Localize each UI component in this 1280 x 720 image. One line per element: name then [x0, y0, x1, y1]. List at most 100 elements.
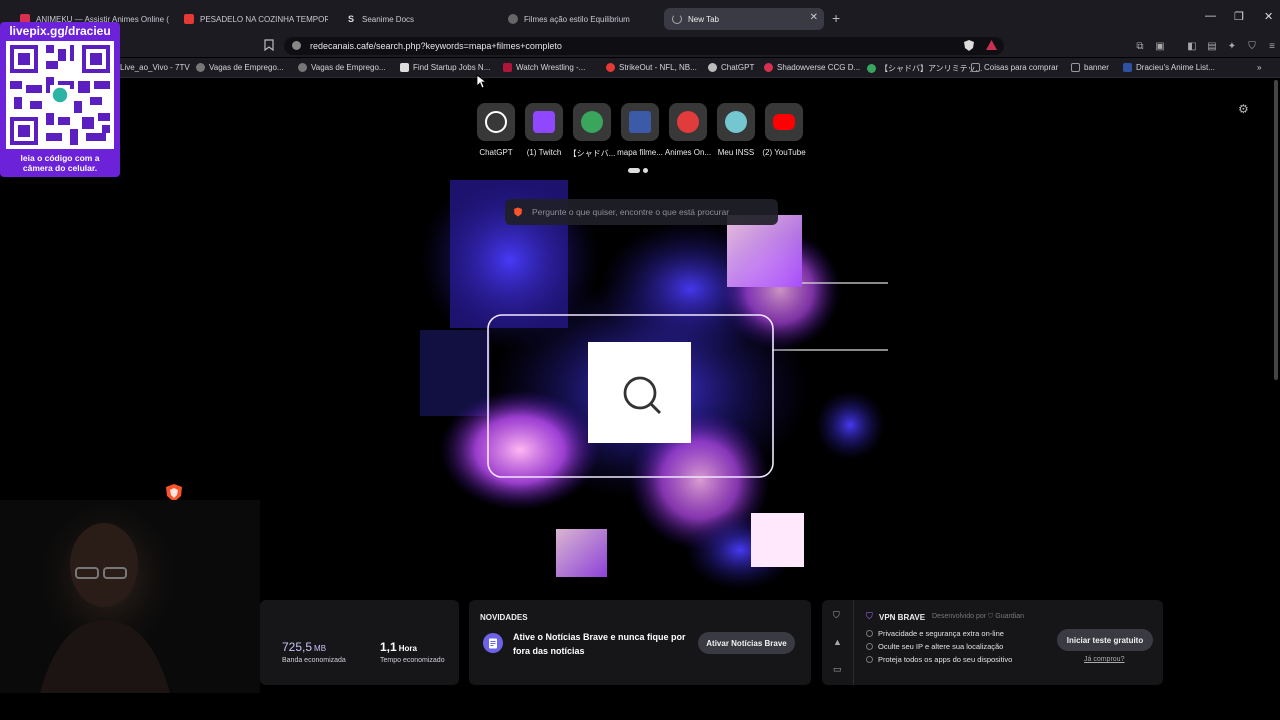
bookmark-item[interactable]: 【シャドバ】アンリミテッ...	[867, 63, 982, 74]
news-icon	[483, 633, 503, 653]
scrollbar[interactable]	[1274, 80, 1278, 380]
enable-news-button[interactable]: Ativar Notícias Brave	[698, 632, 795, 654]
tab-title: PESADELO NA COZINHA TEMPORAD	[200, 14, 328, 24]
bookmarks-bar: Live_ao_Vivo - 7TV Vagas de Emprego... V…	[0, 58, 1280, 78]
webcam-feed	[0, 500, 260, 693]
top-sites-pager[interactable]	[628, 168, 648, 173]
pager-dot-active[interactable]	[628, 168, 640, 173]
hero-illustration	[420, 180, 888, 590]
rewards-icon[interactable]: ▲	[833, 637, 842, 647]
top-site-animes[interactable]: Animes On...	[664, 103, 712, 157]
bookmark-item[interactable]: Find Startup Jobs N...	[400, 63, 490, 72]
more-bookmarks-icon[interactable]: »	[1257, 63, 1261, 72]
bookmark-item[interactable]: Dracieu's Anime List...	[1123, 63, 1215, 72]
minimize-icon[interactable]: —	[1205, 10, 1216, 22]
search-placeholder[interactable]: Pergunte o que quiser, encontre o que es…	[532, 207, 729, 217]
chatgpt-icon	[508, 14, 518, 24]
vpn-subtitle: Desenvolvido por ⛉ Guardian	[932, 613, 1025, 620]
gear-icon[interactable]: ⚙	[1238, 102, 1249, 116]
site-info-icon[interactable]	[292, 41, 301, 50]
search-bar[interactable]: Pergunte o que quiser, encontre o que es…	[505, 199, 778, 225]
tab-strip: ANIMEKU — Assistir Animes Online ( PESAD…	[0, 0, 1280, 35]
strikeout-icon	[606, 63, 615, 72]
qr-overlay: livepix.gg/dracieu leia o código com a c…	[0, 22, 120, 177]
qr-caption: leia o código com a câmera do celular.	[20, 153, 100, 173]
globe-icon	[298, 63, 307, 72]
time-label: Tempo economizado	[380, 657, 445, 664]
qr-code-icon	[6, 41, 114, 149]
top-site-inss[interactable]: Meu INSS	[712, 103, 760, 157]
start-trial-button[interactable]: Iniciar teste gratuito	[1057, 629, 1153, 651]
tab-seanime[interactable]: S Seanime Docs	[338, 8, 498, 30]
animes-online-icon	[677, 111, 699, 133]
shadowverse-icon	[581, 111, 603, 133]
youtube-icon	[773, 114, 795, 130]
url-text[interactable]: redecanais.cafe/search.php?keywords=mapa…	[310, 41, 562, 51]
youtube-icon	[184, 14, 194, 24]
menu-icon[interactable]: ≡	[1266, 40, 1278, 52]
news-heading: NOVIDADES	[480, 613, 528, 622]
restore-icon[interactable]: ❐	[1234, 10, 1244, 23]
close-tab-icon[interactable]: ✕	[810, 12, 818, 23]
mouse-cursor-icon	[476, 74, 486, 89]
wallet-icon[interactable]: ▤	[1206, 40, 1218, 52]
bookmark-folder[interactable]: Coisas para comprar	[971, 63, 1058, 72]
folder-icon	[1071, 63, 1080, 72]
top-site-shadowverse[interactable]: 【シャドバ...	[568, 103, 616, 159]
close-window-icon[interactable]: ✕	[1264, 10, 1273, 23]
vpn-icon[interactable]: ⛉	[1246, 40, 1258, 52]
bookmark-item[interactable]: Watch Wrestling -...	[503, 63, 585, 72]
inss-icon	[725, 111, 747, 133]
browser-window: ANIMEKU — Assistir Animes Online ( PESAD…	[0, 0, 1280, 720]
redecanais-icon	[629, 111, 651, 133]
already-purchased-link[interactable]: Já comprou?	[1084, 656, 1124, 663]
new-tab-plus-icon[interactable]: +	[832, 10, 840, 26]
bookmark-item[interactable]: Live_ao_Vivo - 7TV	[120, 63, 190, 72]
tab-title: Filmes ação estilo Equilibrium	[524, 14, 630, 24]
bookmark-item[interactable]: ChatGPT	[708, 63, 754, 72]
guardian-icon: ⛉	[988, 613, 994, 620]
screenshot-icon[interactable]: ▣	[1154, 40, 1166, 52]
chatgpt-icon	[708, 63, 717, 72]
bookmark-item[interactable]: Vagas de Emprego...	[298, 63, 386, 72]
bookmark-folder[interactable]: banner	[1071, 63, 1109, 72]
toolbar: redecanais.cafe/search.php?keywords=mapa…	[0, 35, 1280, 57]
bookmark-item[interactable]: Shadowverse CCG D...	[764, 63, 860, 72]
address-bar[interactable]: redecanais.cafe/search.php?keywords=mapa…	[284, 37, 1004, 55]
tab-filmes[interactable]: Filmes ação estilo Equilibrium	[500, 8, 660, 30]
mal-icon	[1123, 63, 1132, 72]
shadowverse-jp-icon	[867, 64, 876, 73]
top-site-mapa-filmes[interactable]: mapa filme...	[616, 103, 664, 157]
bandwidth-label: Banda economizada	[282, 657, 346, 664]
extensions-icon[interactable]: ⧉	[1134, 40, 1146, 52]
sidebar-icon[interactable]: ◧	[1186, 40, 1198, 52]
leo-ai-icon[interactable]: ✦	[1226, 40, 1238, 52]
wrestling-icon	[503, 63, 512, 72]
bandwidth-value: 725,5 MB	[282, 640, 327, 654]
brave-rewards-icon[interactable]	[985, 39, 998, 51]
wallet-icon[interactable]: ▭	[833, 664, 842, 675]
vpn-feature: Privacidade e segurança extra on-line	[866, 629, 1004, 638]
folder-icon	[971, 63, 980, 72]
bookmark-item[interactable]: Vagas de Emprego...	[196, 63, 284, 72]
brave-shields-icon[interactable]	[963, 39, 975, 52]
vpn-feature: Proteja todos os apps do seu dispositivo	[866, 655, 1012, 664]
bookmark-icon[interactable]	[264, 39, 274, 51]
top-site-twitch[interactable]: (1) Twitch	[520, 103, 568, 157]
stats-card: 725,5 MB Banda economizada 1,1 Hora Tempo …	[260, 600, 459, 685]
news-text: Ative o Notícias Brave e nunca fique por…	[513, 632, 686, 656]
pager-dot[interactable]	[643, 168, 648, 173]
seanime-icon: S	[346, 14, 356, 24]
shield-icon[interactable]: ⛉	[833, 610, 840, 621]
tab-new-tab[interactable]: New Tab ✕	[664, 8, 824, 30]
vpn-shield-icon: ⛉	[866, 611, 873, 621]
top-site-youtube[interactable]: (2) YouTube	[760, 103, 808, 157]
chatgpt-icon	[485, 111, 507, 133]
tab-pesadelo[interactable]: PESADELO NA COZINHA TEMPORAD	[176, 8, 328, 30]
startup-jobs-icon	[400, 63, 409, 72]
time-value: 1,1 Hora	[380, 640, 417, 654]
bookmark-item[interactable]: StrikeOut - NFL, NB...	[606, 63, 697, 72]
top-site-chatgpt[interactable]: ChatGPT	[472, 103, 520, 157]
loading-spinner-icon	[672, 14, 682, 24]
check-icon	[866, 630, 873, 637]
